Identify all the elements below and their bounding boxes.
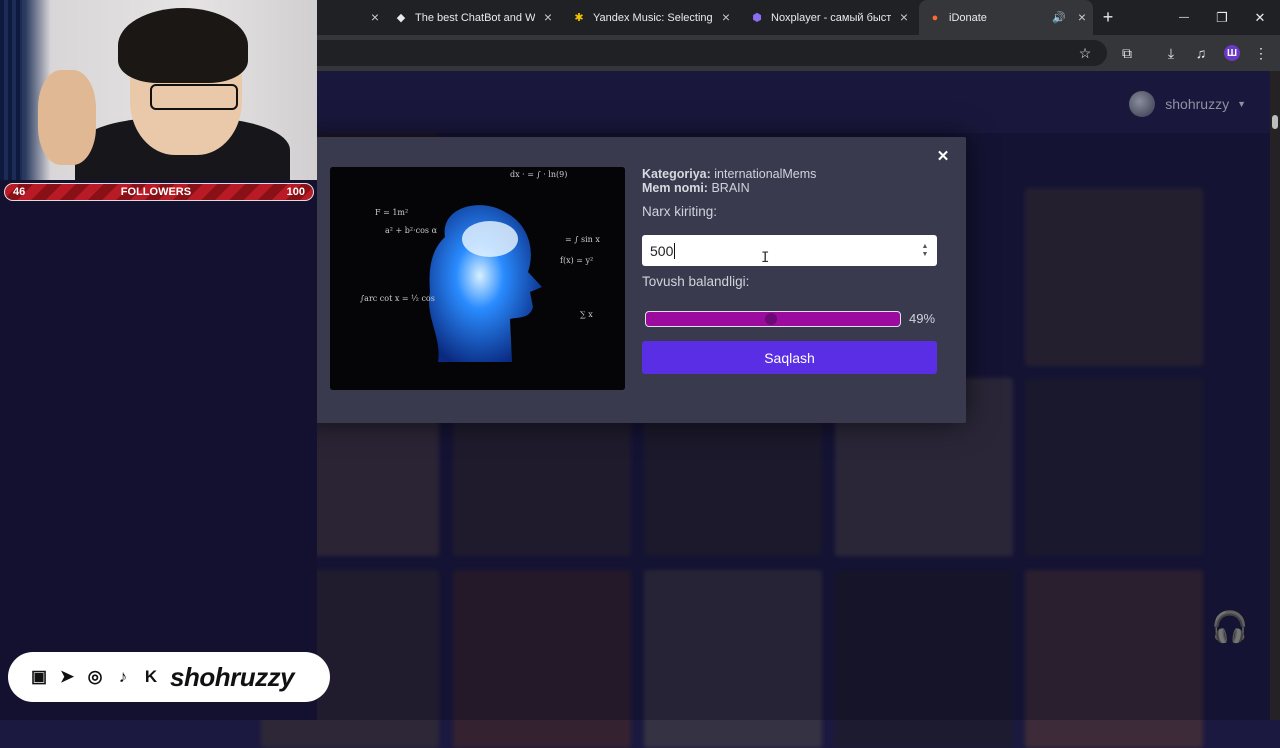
tab-title: Noxplayer - самый быстр (771, 11, 891, 24)
name-label: Mem nomi: (642, 181, 708, 195)
menu-kebab-icon[interactable]: ⋮ (1251, 43, 1271, 63)
volume-slider-thumb[interactable] (765, 313, 777, 325)
price-input[interactable]: 500 ▲ ▼ (642, 235, 937, 266)
ibeam-cursor-icon: I (761, 250, 770, 266)
volume-slider[interactable] (645, 311, 901, 327)
extensions-icon[interactable]: ⧉ (1117, 43, 1137, 63)
close-window-button[interactable]: ✕ (1241, 0, 1279, 35)
close-tab-icon[interactable]: × (368, 10, 382, 24)
followers-label: FOLLOWERS (120, 186, 192, 198)
name-row: Mem nomi: BRAIN (642, 181, 937, 195)
webcam-feed (0, 0, 317, 180)
profile-avatar[interactable]: Ш (1224, 45, 1240, 61)
tiktok-icon: ♪ (118, 667, 128, 686)
price-input-value: 500 (650, 242, 674, 259)
followers-current: 46 (13, 186, 26, 198)
streamer-hair (118, 8, 248, 83)
text-caret (674, 242, 676, 259)
meme-settings-modal: ✕ a² + b²·cos α F = 1m² = ∫ sin x f(x) =… (301, 137, 966, 423)
scrollbar-thumb[interactable] (1272, 115, 1278, 129)
brain-illustration: a² + b²·cos α F = 1m² = ∫ sin x f(x) = y… (330, 167, 625, 390)
support-chat-icon[interactable]: 🎧 (1209, 610, 1251, 652)
streamer-glasses (150, 84, 238, 110)
tab-yandex-music[interactable]: ✱ Yandex Music: Selecting m × (573, 0, 733, 35)
maximize-button[interactable]: ❐ (1203, 0, 1241, 35)
toolbar: ☆ ⧉ ⤓ ♫ Ш ⋮ (317, 35, 1280, 71)
svg-text:f(x) = y²: f(x) = y² (560, 256, 593, 265)
chatbot-favicon-icon: ◆ (396, 12, 406, 24)
page-scrollbar[interactable] (1270, 71, 1280, 720)
idonate-favicon-icon: ● (931, 11, 939, 24)
category-label: Kategoriya: (642, 167, 711, 181)
svg-text:dx · = ∫ · ln(9): dx · = ∫ · ln(9) (510, 170, 567, 179)
save-button[interactable]: Saqlash (642, 341, 937, 374)
kick-icon: K (144, 667, 158, 686)
name-value: BRAIN (711, 181, 750, 195)
close-icon[interactable]: ✕ (935, 149, 951, 165)
tab-title: iDonate (949, 11, 987, 24)
tab-title: Yandex Music: Selecting m (593, 11, 713, 24)
close-tab-icon[interactable]: × (719, 10, 733, 24)
media-control-icon[interactable]: ♫ (1191, 43, 1211, 63)
streamer-hand (38, 70, 96, 165)
noxplayer-favicon-icon: ⬢ (752, 12, 762, 24)
close-tab-icon[interactable]: × (541, 10, 555, 24)
svg-text:∫arc cot x = ½ cos: ∫arc cot x = ½ cos (360, 294, 435, 303)
meme-info: Kategoriya: internationalMems Mem nomi: … (642, 167, 937, 195)
volume-label: Tovush balandligi: (642, 274, 750, 289)
download-icon[interactable]: ⤓ (1161, 43, 1181, 63)
telegram-icon: ➤ (59, 667, 75, 686)
minimize-button[interactable]: — (1165, 0, 1203, 35)
yandex-music-favicon-icon: ✱ (574, 12, 584, 24)
svg-text:∑ x: ∑ x (580, 310, 593, 319)
speaker-icon[interactable]: 🔊 (1052, 11, 1066, 24)
bookmark-star-icon[interactable]: ☆ (1075, 43, 1095, 63)
volume-percent: 49% (909, 311, 936, 326)
tab-strip: × ◆ The best ChatBot and Wid × ✱ Yandex … (317, 0, 1280, 35)
instagram-icon: ◎ (87, 667, 103, 686)
svg-text:a² + b²·cos α: a² + b²·cos α (385, 226, 438, 235)
curtain (0, 0, 22, 180)
category-value: internationalMems (714, 167, 817, 181)
tab-chatbot[interactable]: ◆ The best ChatBot and Wid × (395, 0, 555, 35)
address-bar[interactable] (317, 40, 1107, 66)
svg-text:= ∫ sin x: = ∫ sin x (565, 235, 600, 244)
price-label: Narx kiriting: (642, 204, 718, 219)
tab-title: The best ChatBot and Wid (415, 11, 535, 24)
followers-goal: 100 (286, 186, 305, 198)
svg-text:F = 1m²: F = 1m² (375, 208, 408, 217)
close-tab-icon[interactable]: × (1075, 10, 1089, 24)
number-spinner[interactable]: ▲ ▼ (921, 243, 929, 259)
category-row: Kategoriya: internationalMems (642, 167, 937, 181)
social-handle: shohruzzy (170, 661, 295, 692)
meme-preview-image: a² + b²·cos α F = 1m² = ∫ sin x f(x) = y… (330, 167, 625, 390)
new-tab-button[interactable]: + (1090, 0, 1126, 35)
social-handle-banner: ▣ ➤ ◎ ♪ K shohruzzy (8, 652, 330, 702)
close-tab-icon[interactable]: × (897, 10, 911, 24)
tab-idonate[interactable]: ● iDonate 🔊 × (919, 0, 1093, 35)
tab-unknown[interactable]: × (317, 0, 382, 35)
twitch-icon: ▣ (30, 667, 48, 686)
tab-noxplayer[interactable]: ⬢ Noxplayer - самый быстр × (751, 0, 911, 35)
followers-goal-bar: 46 FOLLOWERS 100 (4, 183, 314, 201)
